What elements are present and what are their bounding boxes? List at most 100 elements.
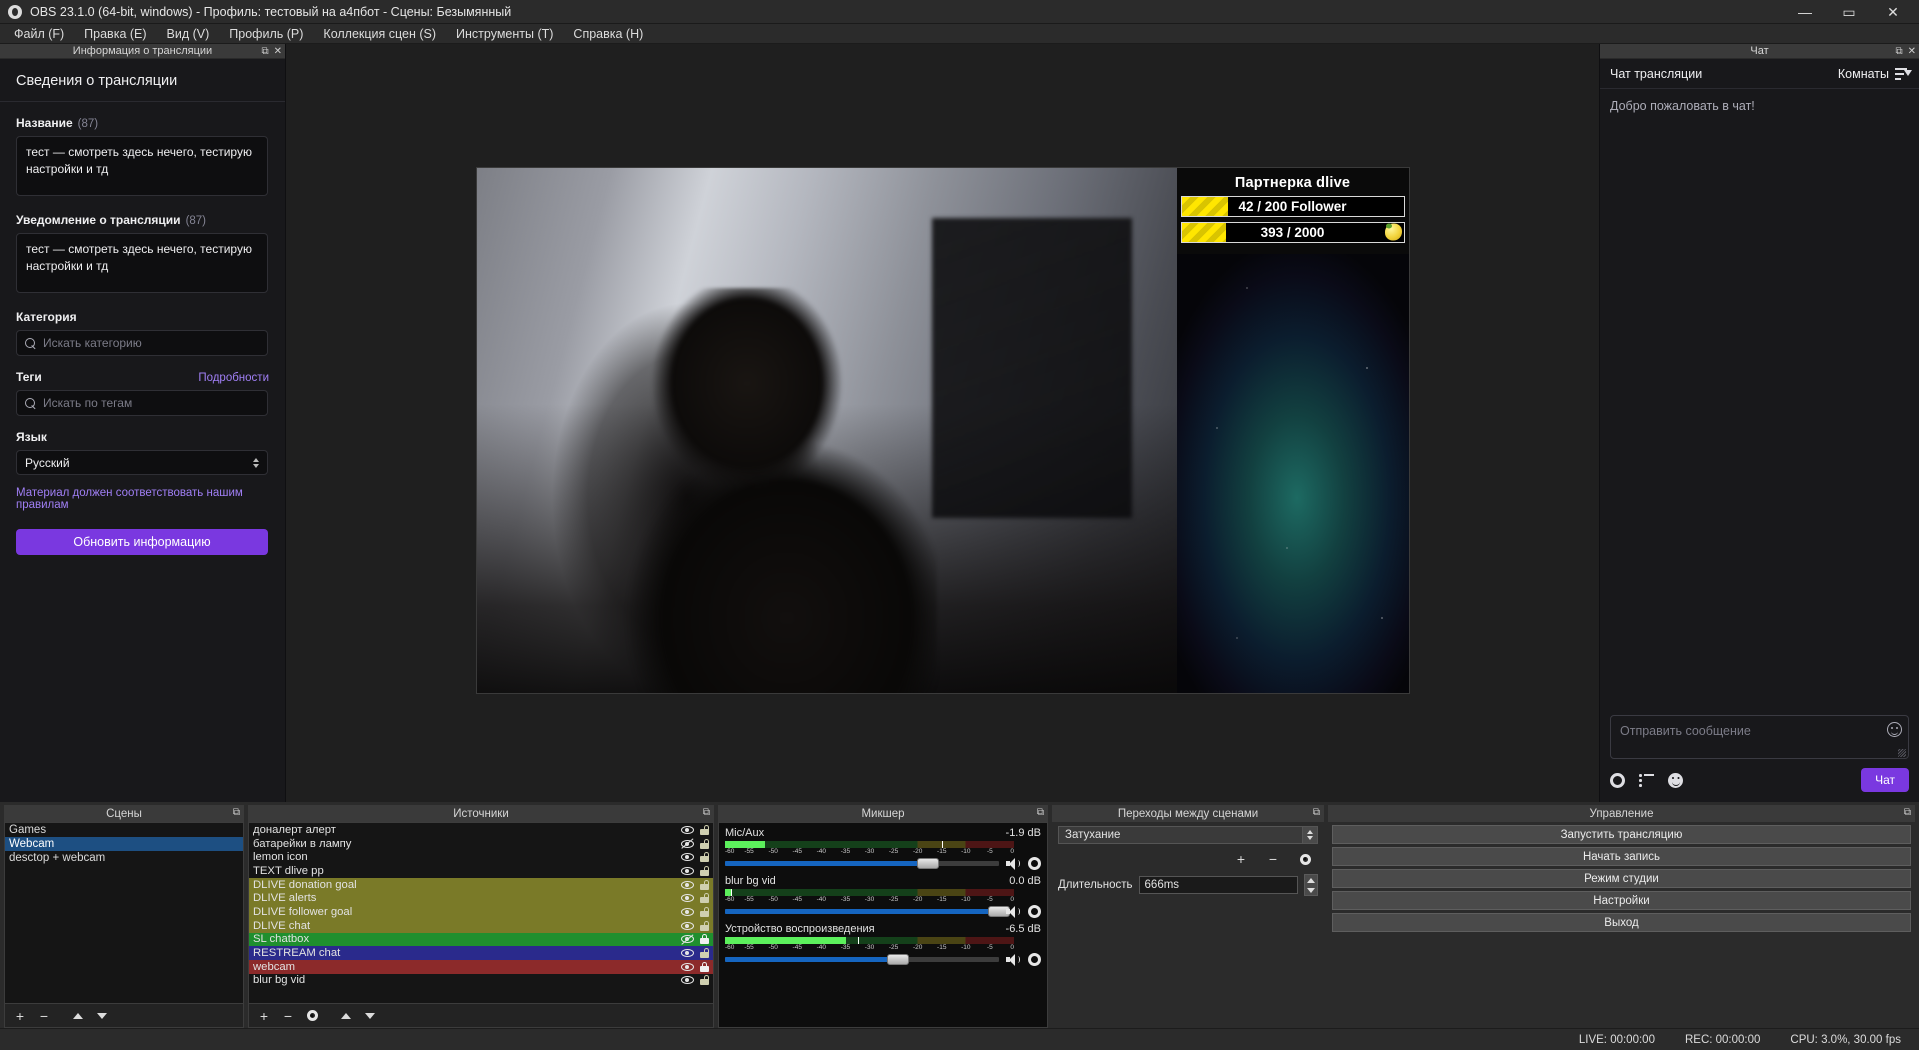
stream-notice-input[interactable] [16, 233, 268, 293]
float-icon[interactable]: ⧉ [1895, 46, 1902, 57]
eye-icon[interactable] [679, 853, 696, 862]
update-info-button[interactable]: Обновить информацию [16, 529, 268, 555]
mute-icon[interactable] [1006, 857, 1021, 870]
list-item[interactable]: Games [5, 823, 243, 837]
table-row[interactable]: батарейки в лампу [249, 837, 713, 851]
emote-picker-icon[interactable] [1887, 722, 1902, 737]
lock-open-icon[interactable] [696, 865, 713, 876]
language-select[interactable]: Русский [16, 450, 268, 475]
table-row[interactable]: SL chatbox [249, 932, 713, 947]
studio-mode-button[interactable]: Режим студии [1332, 869, 1911, 888]
exit-button[interactable]: Выход [1332, 913, 1911, 932]
start-recording-button[interactable]: Начать запись [1332, 847, 1911, 866]
list-item[interactable]: desctop + webcam [5, 851, 243, 865]
scene-preview[interactable]: Партнерка dlive 42 / 200 Follower 393 / … [475, 166, 1410, 694]
chat-message-input[interactable]: Отправить сообщение [1610, 715, 1909, 759]
maximize-button[interactable]: ▭ [1827, 0, 1871, 24]
float-icon[interactable]: ⧉ [1313, 807, 1320, 818]
float-icon[interactable]: ⧉ [1904, 807, 1911, 818]
eye-icon[interactable] [679, 921, 696, 930]
move-source-up-button[interactable] [335, 1006, 357, 1026]
resize-grip-icon[interactable] [1898, 749, 1906, 757]
eye-icon[interactable] [679, 962, 696, 971]
smile-icon[interactable] [1668, 772, 1683, 788]
lock-open-icon[interactable] [696, 879, 713, 890]
category-search-input[interactable]: Искать категорию [16, 330, 268, 356]
lock-closed-icon[interactable] [696, 961, 713, 972]
gear-icon[interactable] [1028, 905, 1041, 918]
volume-slider[interactable] [725, 906, 1010, 917]
table-row[interactable]: DLIVE alerts [249, 891, 713, 906]
eye-icon[interactable] [679, 894, 696, 903]
eye-icon[interactable] [679, 949, 696, 958]
list-item[interactable]: Webcam [5, 837, 243, 851]
volume-slider[interactable] [725, 858, 999, 869]
table-row[interactable]: доналерт алерт [249, 823, 713, 837]
remove-transition-button[interactable]: − [1262, 849, 1284, 869]
stream-title-input[interactable] [16, 136, 268, 196]
chat-send-button[interactable]: Чат [1861, 768, 1909, 792]
duration-stepper[interactable] [1304, 874, 1318, 896]
move-source-down-button[interactable] [359, 1006, 381, 1026]
duration-input[interactable]: 666ms [1138, 876, 1298, 894]
table-row[interactable]: RESTREAM chat [249, 946, 713, 960]
gear-icon[interactable] [1028, 953, 1041, 966]
mute-icon[interactable] [1006, 905, 1021, 918]
table-row[interactable]: blur bg vid [249, 974, 713, 988]
mute-icon[interactable] [1006, 953, 1021, 966]
add-scene-button[interactable]: + [9, 1006, 31, 1026]
lock-open-icon[interactable] [696, 824, 713, 835]
start-streaming-button[interactable]: Запустить трансляцию [1332, 825, 1911, 844]
move-scene-down-button[interactable] [91, 1006, 113, 1026]
lock-open-icon[interactable] [696, 906, 713, 917]
eye-off-icon[interactable] [679, 933, 696, 945]
menu-tools[interactable]: Инструменты (T) [446, 25, 563, 43]
lock-open-icon[interactable] [696, 893, 713, 904]
add-source-button[interactable]: + [253, 1006, 275, 1026]
mixer-channels[interactable]: Mic/Aux -1.9 dB -60 -55 -50 -45 -40 -35 -30 -25 -2… [718, 822, 1048, 1028]
tags-search-input[interactable]: Искать по тегам [16, 390, 268, 416]
lock-open-icon[interactable] [696, 975, 713, 986]
chat-rooms-label[interactable]: Комнаты [1838, 67, 1889, 81]
lock-open-icon[interactable] [696, 852, 713, 863]
eye-icon[interactable] [679, 825, 696, 834]
source-properties-button[interactable] [301, 1006, 323, 1026]
table-row[interactable]: DLIVE chat [249, 918, 713, 933]
menu-view[interactable]: Вид (V) [157, 25, 220, 43]
eye-icon[interactable] [679, 976, 696, 985]
transition-properties-button[interactable] [1294, 849, 1316, 869]
eye-icon[interactable] [679, 907, 696, 916]
eye-off-icon[interactable] [679, 838, 696, 849]
minimize-button[interactable]: — [1783, 0, 1827, 24]
guidelines-note[interactable]: Материал должен соответствовать нашим пр… [16, 487, 269, 511]
add-transition-button[interactable]: + [1230, 849, 1252, 869]
table-row[interactable]: lemon icon [249, 850, 713, 864]
remove-source-button[interactable]: − [277, 1006, 299, 1026]
scenes-list[interactable]: Games Webcam desctop + webcam [4, 822, 244, 1004]
lock-open-icon[interactable] [696, 920, 713, 931]
float-icon[interactable]: ⧉ [233, 807, 240, 818]
menu-scene-collection[interactable]: Коллекция сцен (S) [313, 25, 446, 43]
menu-help[interactable]: Справка (H) [563, 25, 653, 43]
transition-select[interactable]: Затухание [1058, 826, 1318, 844]
chevron-updown-icon[interactable] [1302, 827, 1317, 843]
lock-open-icon[interactable] [696, 948, 713, 959]
tags-details-link[interactable]: Подробности [198, 372, 269, 384]
table-row[interactable]: DLIVE donation goal [249, 877, 713, 892]
lock-open-icon[interactable] [696, 838, 713, 849]
eye-icon[interactable] [679, 866, 696, 875]
gear-icon[interactable] [1610, 772, 1625, 788]
table-row[interactable]: webcam [249, 959, 713, 974]
float-icon[interactable]: ⧉ [1037, 807, 1044, 818]
menu-edit[interactable]: Правка (E) [74, 25, 156, 43]
volume-slider[interactable] [725, 954, 999, 965]
sources-list[interactable]: доналерт алерт батарейки в лампу lemon ico… [248, 822, 714, 1004]
close-button[interactable]: ✕ [1871, 0, 1915, 24]
close-icon[interactable]: ✕ [274, 46, 282, 57]
close-icon[interactable]: ✕ [1908, 46, 1916, 57]
move-scene-up-button[interactable] [67, 1006, 89, 1026]
lock-closed-icon[interactable] [696, 934, 713, 945]
gear-icon[interactable] [1028, 857, 1041, 870]
float-icon[interactable]: ⧉ [703, 807, 710, 818]
settings-button[interactable]: Настройки [1332, 891, 1911, 910]
